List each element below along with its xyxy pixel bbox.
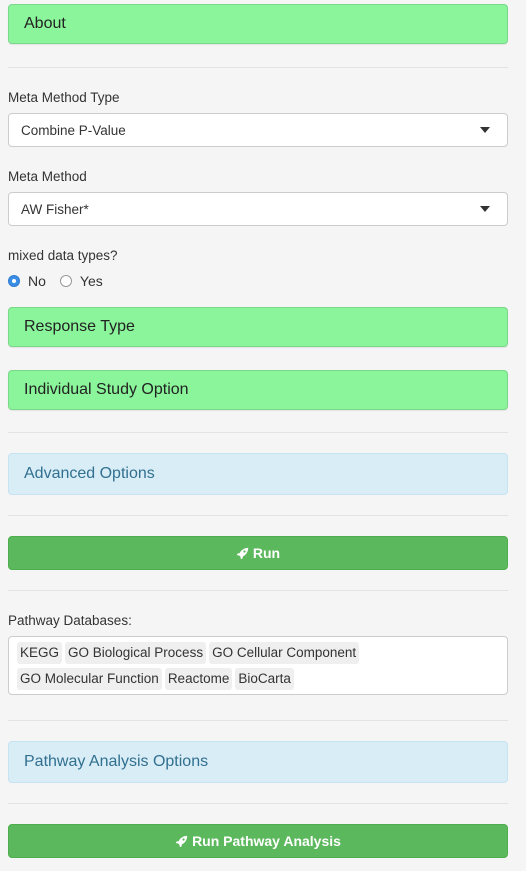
- tag-biocarta[interactable]: BioCarta: [235, 668, 294, 690]
- radio-option-yes[interactable]: Yes: [59, 273, 103, 289]
- meta-method-type-select[interactable]: Combine P-Value: [8, 113, 508, 147]
- radio-yes[interactable]: [59, 275, 72, 287]
- divider: [8, 432, 508, 433]
- about-panel-title: About: [24, 15, 66, 32]
- pathway-databases-multiselect[interactable]: KEGG GO Biological Process GO Cellular C…: [8, 636, 508, 695]
- caret-down-icon: [480, 206, 490, 212]
- mixed-data-types-radio-group: No Yes: [8, 273, 117, 289]
- meta-method-label: Meta Method: [8, 169, 87, 184]
- pathway-databases-label: Pathway Databases:: [8, 613, 132, 628]
- caret-down-icon: [480, 127, 490, 133]
- individual-study-option-panel[interactable]: Individual Study Option: [8, 370, 508, 410]
- radio-option-no[interactable]: No: [8, 273, 46, 289]
- divider: [8, 803, 508, 804]
- divider: [8, 67, 508, 68]
- tag-go-molecular-function[interactable]: GO Molecular Function: [17, 668, 162, 690]
- divider: [8, 590, 508, 591]
- tag-reactome[interactable]: Reactome: [164, 668, 233, 690]
- radio-no-label: No: [28, 273, 46, 289]
- divider: [8, 720, 508, 721]
- divider: [8, 515, 508, 516]
- pathway-analysis-options-panel[interactable]: Pathway Analysis Options: [8, 741, 508, 783]
- meta-method-select[interactable]: AW Fisher*: [8, 192, 508, 226]
- tag-kegg[interactable]: KEGG: [17, 642, 63, 664]
- advanced-options-panel[interactable]: Advanced Options: [8, 453, 508, 495]
- pathway-analysis-options-panel-title: Pathway Analysis Options: [24, 753, 209, 770]
- tag-go-biological-process[interactable]: GO Biological Process: [65, 642, 207, 664]
- advanced-options-panel-title: Advanced Options: [24, 465, 155, 482]
- meta-method-value: AW Fisher*: [21, 201, 89, 217]
- meta-method-type-value: Combine P-Value: [21, 122, 126, 138]
- run-button[interactable]: Run: [8, 536, 508, 570]
- run-button-label: Run: [252, 545, 281, 561]
- tag-go-cellular-component[interactable]: GO Cellular Component: [209, 642, 360, 664]
- meta-method-type-label: Meta Method Type: [8, 90, 120, 105]
- radio-yes-label: Yes: [79, 273, 103, 289]
- run-pathway-analysis-button-label: Run Pathway Analysis: [192, 833, 341, 849]
- radio-no[interactable]: [8, 275, 20, 287]
- about-panel[interactable]: About: [8, 4, 508, 44]
- mixed-data-types-label: mixed data types?: [8, 248, 118, 263]
- rocket-icon: [175, 835, 188, 847]
- individual-study-option-panel-title: Individual Study Option: [24, 381, 189, 398]
- response-type-panel[interactable]: Response Type: [8, 307, 508, 347]
- response-type-panel-title: Response Type: [24, 318, 135, 335]
- rocket-icon: [236, 547, 249, 559]
- run-pathway-analysis-button[interactable]: Run Pathway Analysis: [8, 824, 508, 858]
